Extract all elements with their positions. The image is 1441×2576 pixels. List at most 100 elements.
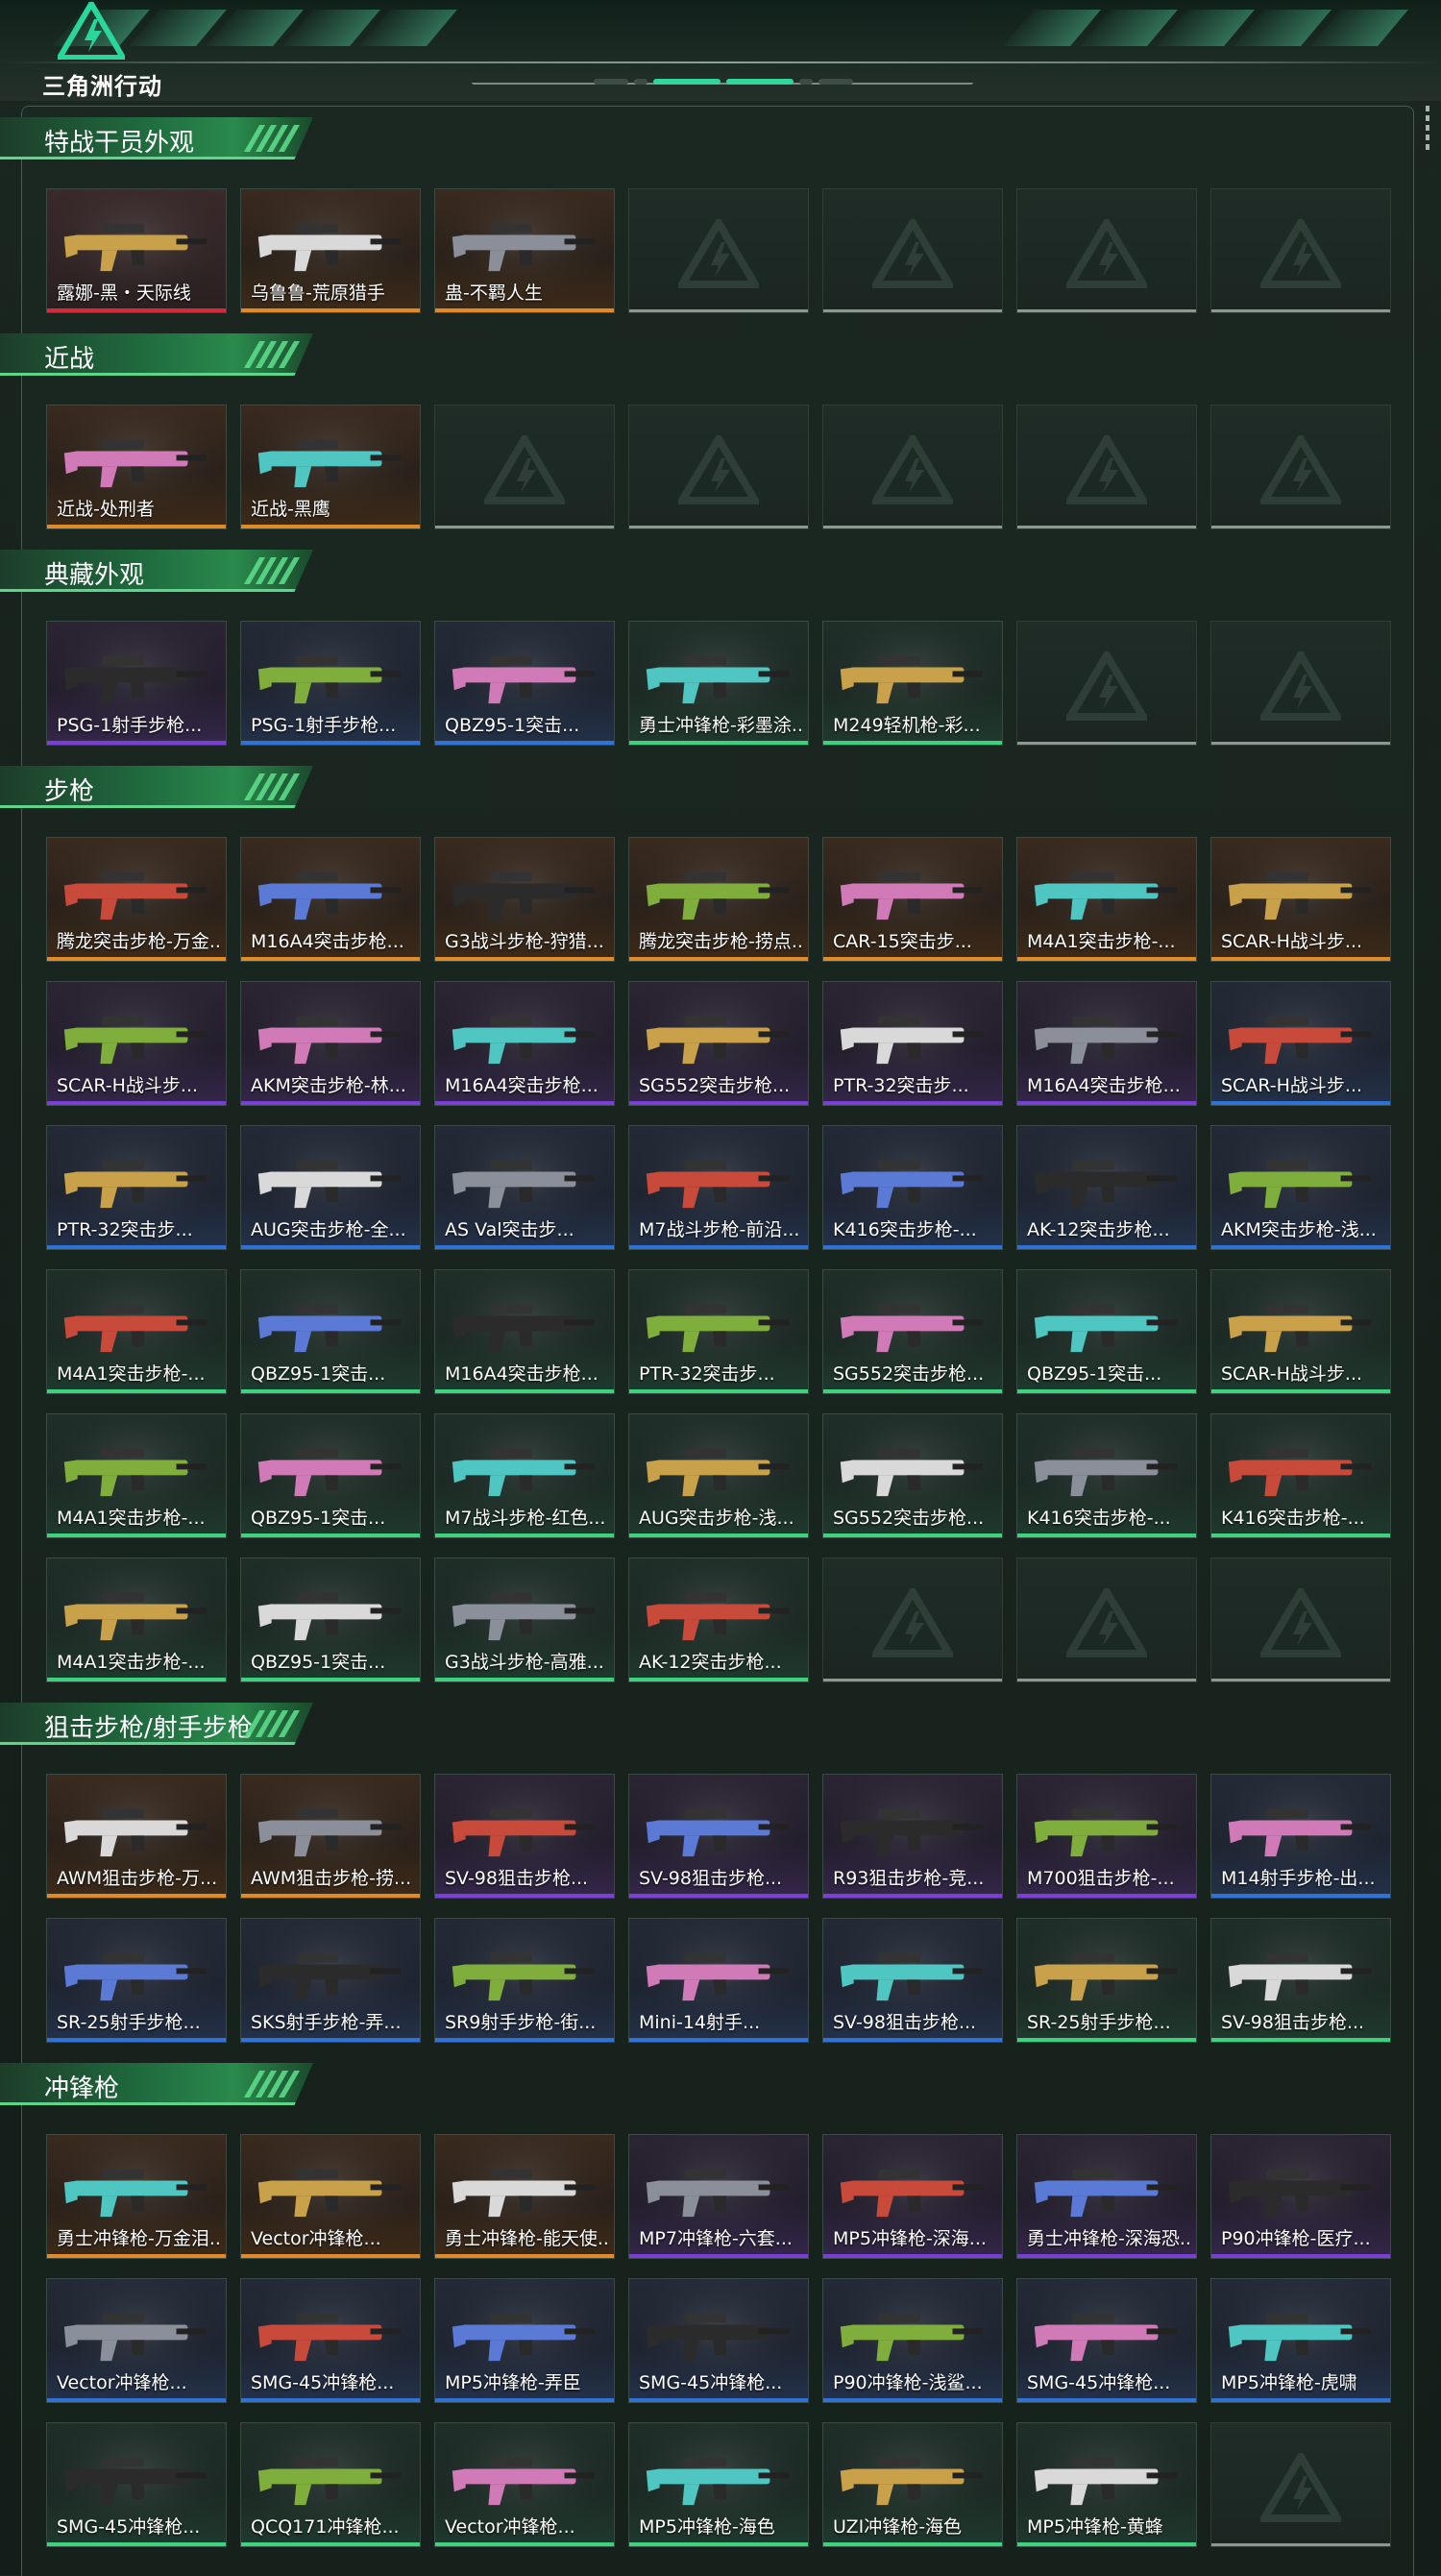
skin-card[interactable]: MP5冲锋枪-海色	[628, 2422, 809, 2547]
skin-card[interactable]: M14射手步枪-出...	[1210, 1774, 1391, 1899]
section-title: 狙击步枪/射手步枪	[44, 1714, 253, 1743]
header-stripes-right	[1003, 10, 1408, 46]
skin-card[interactable]: SV-98狙击步枪...	[1210, 1918, 1391, 2043]
skin-card[interactable]: M16A4突击步枪...	[1016, 981, 1197, 1106]
skin-name-label: MP7冲锋枪-六套...	[639, 2228, 793, 2249]
skin-card[interactable]: M249轻机枪-彩...	[822, 621, 1003, 746]
skin-card[interactable]: 勇士冲锋枪-彩墨涂...	[628, 621, 809, 746]
section-title: 典藏外观	[44, 561, 145, 590]
skin-card[interactable]: QBZ95-1突击...	[240, 1413, 421, 1538]
skin-card[interactable]: QBZ95-1突击...	[240, 1558, 421, 1682]
skin-card[interactable]: CAR-15突击步...	[822, 837, 1003, 962]
skin-card[interactable]: 勇士冲锋枪-能天使...	[434, 2134, 615, 2259]
skin-card[interactable]: M7战斗步枪-红色...	[434, 1413, 615, 1538]
skin-card[interactable]: MP5冲锋枪-深海...	[822, 2134, 1003, 2259]
skin-card[interactable]: SR-25射手步枪...	[1016, 1918, 1197, 2043]
skin-card[interactable]: SG552突击步枪...	[822, 1413, 1003, 1538]
skin-name-label: MP5冲锋枪-弄臣	[445, 2372, 581, 2393]
skin-card[interactable]: QCQ171冲锋枪...	[240, 2422, 421, 2547]
skin-card[interactable]: 露娜-黑・天际线	[46, 188, 227, 313]
skin-card[interactable]: 近战-处刑者	[46, 405, 227, 529]
skin-card[interactable]: SMG-45冲锋枪...	[1016, 2278, 1197, 2403]
skin-card[interactable]: Mini-14射手...	[628, 1918, 809, 2043]
skin-card[interactable]: P90冲锋枪-浅鲨...	[822, 2278, 1003, 2403]
skin-card[interactable]: 乌鲁鲁-荒原猎手	[240, 188, 421, 313]
skin-card[interactable]: P90冲锋枪-医疗...	[1210, 2134, 1391, 2259]
skin-card[interactable]: M700狙击步枪-...	[1016, 1774, 1197, 1899]
skin-card[interactable]: AUG突击步枪-全...	[240, 1125, 421, 1250]
skin-name-label: Vector冲锋枪...	[251, 2228, 381, 2249]
skin-card[interactable]: QBZ95-1突击...	[1016, 1269, 1197, 1394]
skin-card[interactable]: M4A1突击步枪-...	[46, 1413, 227, 1538]
skin-card[interactable]: SV-98狙击步枪...	[434, 1774, 615, 1899]
section-slashes-decoration	[243, 773, 301, 800]
skin-card[interactable]: AUG突击步枪-浅...	[628, 1413, 809, 1538]
skin-card[interactable]: PTR-32突击步...	[46, 1125, 227, 1250]
skin-card[interactable]: K416突击步枪-...	[1016, 1413, 1197, 1538]
skin-card[interactable]: M4A1突击步枪-...	[46, 1269, 227, 1394]
skin-card[interactable]: AKM突击步枪-浅...	[1210, 1125, 1391, 1250]
skin-card[interactable]: Vector冲锋枪...	[240, 2134, 421, 2259]
skin-card[interactable]: R93狙击步枪-竞...	[822, 1774, 1003, 1899]
rarity-bar	[435, 1894, 614, 1898]
skin-card[interactable]: MP5冲锋枪-黄蜂	[1016, 2422, 1197, 2547]
skin-card[interactable]: 蛊-不羁人生	[434, 188, 615, 313]
skin-card[interactable]: 勇士冲锋枪-万金泪...	[46, 2134, 227, 2259]
skin-card[interactable]: SMG-45冲锋枪...	[240, 2278, 421, 2403]
skin-card[interactable]: K416突击步枪-...	[1210, 1413, 1391, 1538]
skin-card[interactable]: 腾龙突击步枪-万金...	[46, 837, 227, 962]
skin-card[interactable]: PSG-1射手步枪...	[240, 621, 421, 746]
skin-card[interactable]: SR-25射手步枪...	[46, 1918, 227, 2043]
scrollbar[interactable]	[1426, 106, 1431, 154]
rarity-bar	[1017, 2254, 1196, 2258]
skin-card[interactable]: 腾龙突击步枪-捞点...	[628, 837, 809, 962]
skin-card[interactable]: PTR-32突击步...	[628, 1269, 809, 1394]
skin-card[interactable]: AK-12突击步枪...	[628, 1558, 809, 1682]
skin-name-label: M16A4突击步枪...	[445, 1075, 598, 1096]
skin-card[interactable]: SCAR-H战斗步...	[1210, 837, 1391, 962]
skin-card[interactable]: SV-98狙击步枪...	[628, 1774, 809, 1899]
rarity-bar	[241, 1894, 420, 1898]
skin-card[interactable]: AWM狙击步枪-捞...	[240, 1774, 421, 1899]
skin-card[interactable]: SR9射手步枪-街...	[434, 1918, 615, 2043]
rarity-bar	[629, 2038, 808, 2042]
skin-card[interactable]: SV-98狙击步枪...	[822, 1918, 1003, 2043]
skin-name-label: SV-98狙击步枪...	[833, 2012, 977, 2033]
skin-card[interactable]: MP7冲锋枪-六套...	[628, 2134, 809, 2259]
skin-card[interactable]: SCAR-H战斗步...	[1210, 981, 1391, 1106]
skin-card[interactable]: AK-12突击步枪...	[1016, 1125, 1197, 1250]
skin-card[interactable]: M16A4突击步枪...	[434, 1269, 615, 1394]
skin-card[interactable]: SMG-45冲锋枪...	[628, 2278, 809, 2403]
skin-card[interactable]: MP5冲锋枪-虎啸	[1210, 2278, 1391, 2403]
skin-card[interactable]: UZI冲锋枪-海色	[822, 2422, 1003, 2547]
skin-card[interactable]: SCAR-H战斗步...	[46, 981, 227, 1106]
skin-card[interactable]: Vector冲锋枪...	[46, 2278, 227, 2403]
skin-name-label: SMG-45冲锋枪...	[251, 2372, 395, 2393]
skin-card[interactable]: AWM狙击步枪-万...	[46, 1774, 227, 1899]
skin-card[interactable]: SCAR-H战斗步...	[1210, 1269, 1391, 1394]
skin-card[interactable]: G3战斗步枪-狩猎...	[434, 837, 615, 962]
skin-card[interactable]: SG552突击步枪...	[628, 981, 809, 1106]
skin-card[interactable]: M4A1突击步枪-...	[46, 1558, 227, 1682]
skin-card[interactable]: PTR-32突击步...	[822, 981, 1003, 1106]
skin-card[interactable]: Vector冲锋枪...	[434, 2422, 615, 2547]
skin-card[interactable]: 近战-黑鹰	[240, 405, 421, 529]
skin-card[interactable]: M16A4突击步枪...	[434, 981, 615, 1106]
skin-card[interactable]: M16A4突击步枪...	[240, 837, 421, 962]
skin-card[interactable]: QBZ95-1突击...	[240, 1269, 421, 1394]
skin-card[interactable]: M4A1突击步枪-...	[1016, 837, 1197, 962]
skin-card[interactable]: G3战斗步枪-高雅...	[434, 1558, 615, 1682]
rarity-bar	[823, 2254, 1002, 2258]
skin-card[interactable]: K416突击步枪-...	[822, 1125, 1003, 1250]
skin-card[interactable]: SMG-45冲锋枪...	[46, 2422, 227, 2547]
skin-card[interactable]: AKM突击步枪-林...	[240, 981, 421, 1106]
rarity-bar	[1211, 2543, 1390, 2546]
skin-card[interactable]: M7战斗步枪-前沿...	[628, 1125, 809, 1250]
skin-card[interactable]: PSG-1射手步枪...	[46, 621, 227, 746]
skin-card[interactable]: QBZ95-1突击...	[434, 621, 615, 746]
skin-card[interactable]: SG552突击步枪...	[822, 1269, 1003, 1394]
skin-card[interactable]: 勇士冲锋枪-深海恐...	[1016, 2134, 1197, 2259]
skin-card[interactable]: AS Val突击步...	[434, 1125, 615, 1250]
skin-card[interactable]: SKS射手步枪-弄...	[240, 1918, 421, 2043]
skin-card[interactable]: MP5冲锋枪-弄臣	[434, 2278, 615, 2403]
